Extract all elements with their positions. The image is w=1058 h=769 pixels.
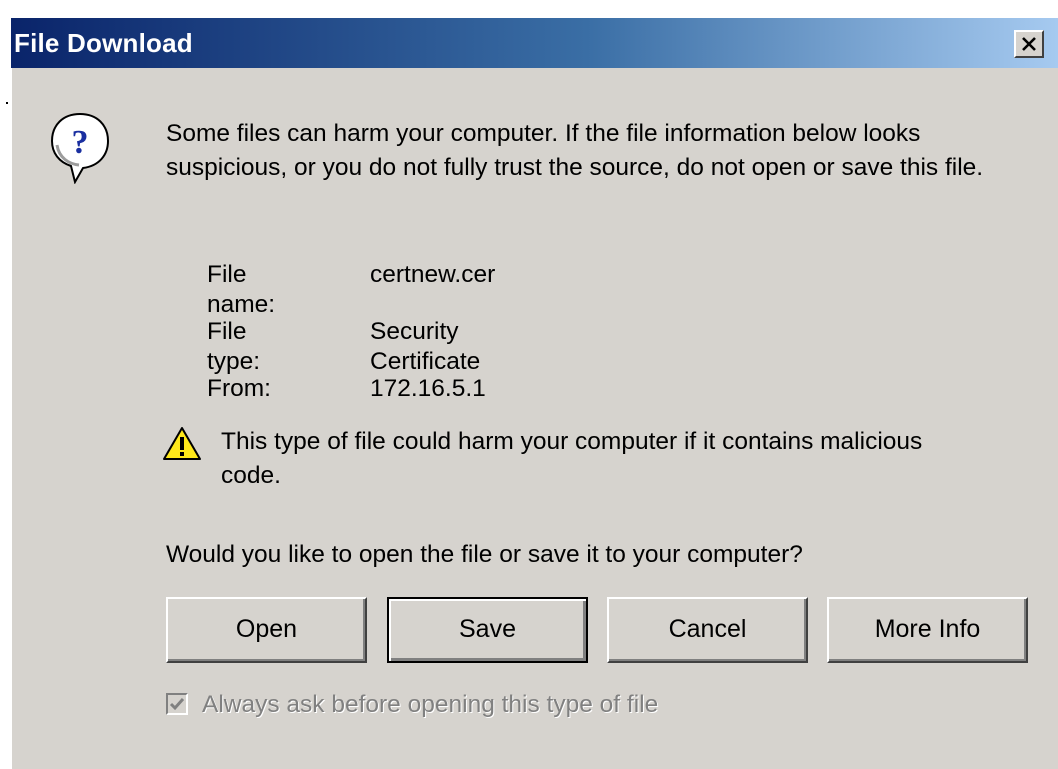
from-label: From: [207,375,271,402]
file-name-value: certnew.cer [370,261,496,288]
file-type-label: File type: [207,318,261,375]
file-type-value: Security Certificate [370,318,481,375]
question-icon: ? [49,110,111,189]
svg-text:?: ? [72,124,89,161]
always-ask-label: Always ask before opening this type of f… [202,691,659,718]
warning-message: This type of file could harm your comput… [221,428,923,489]
file-download-dialog: File Download ? Some files can harm your… [11,18,1058,769]
close-button[interactable] [1014,30,1044,58]
warning-icon [162,426,202,467]
from-value: 172.16.5.1 [370,375,486,402]
save-button[interactable]: Save [387,597,588,663]
title-bar[interactable]: File Download [11,18,1058,68]
file-name-label: File name: [207,261,276,318]
checkmark-icon [169,698,185,711]
window-title: File Download [14,28,193,58]
always-ask-checkbox[interactable] [166,693,188,715]
cancel-button[interactable]: Cancel [607,597,808,663]
more-info-button[interactable]: More Info [827,597,1028,663]
security-message: Some files can harm your computer. If th… [166,120,984,181]
download-prompt: Would you like to open the file or save … [166,541,803,568]
open-button[interactable]: Open [166,597,367,663]
stray-pixel [6,102,8,104]
